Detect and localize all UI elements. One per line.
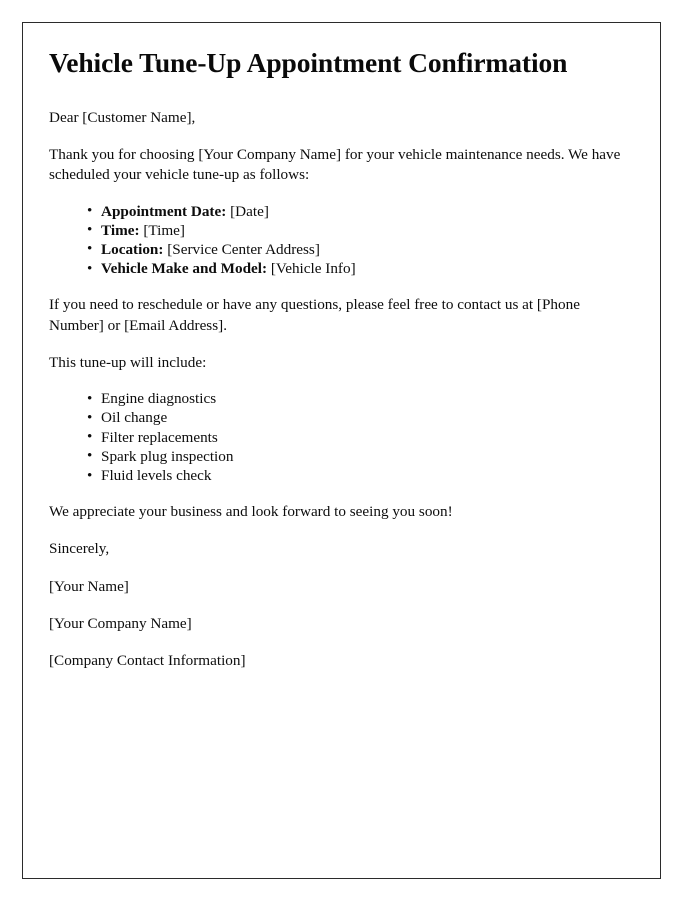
closing-text: Sincerely, <box>49 540 110 558</box>
services-list: Engine diagnostics Oil change Filter rep… <box>49 390 621 485</box>
detail-value: [Service Center Address] <box>167 240 320 258</box>
document-body: Vehicle Tune-Up Appointment Confirmation… <box>49 45 621 671</box>
detail-label: Location: <box>101 240 164 258</box>
list-item: Engine diagnostics <box>87 390 621 408</box>
list-item: Location: [Service Center Address] <box>87 240 621 259</box>
detail-label: Time: <box>101 221 140 239</box>
list-item: Time: [Time] <box>87 221 621 240</box>
list-item: Fluid levels check <box>87 467 621 485</box>
salutation-text: Dear [Customer Name], <box>49 108 196 126</box>
signature-company: [Your Company Name] <box>49 614 192 632</box>
list-item: Vehicle Make and Model: [Vehicle Info] <box>87 260 621 278</box>
list-item: Appointment Date: [Date] <box>87 202 621 221</box>
list-item: Filter replacements <box>87 428 621 447</box>
intro-paragraph: Thank you for choosing [Your Company Nam… <box>49 146 621 184</box>
detail-value: [Vehicle Info] <box>270 260 356 278</box>
signature-contact-info: [Company Contact Information] <box>49 652 246 670</box>
page-title: Vehicle Tune-Up Appointment Confirmation <box>49 47 568 78</box>
contact-paragraph: If you need to reschedule or have any qu… <box>49 296 580 334</box>
list-item: Oil change <box>87 409 621 427</box>
detail-label: Vehicle Make and Model: <box>101 260 268 278</box>
signature-name: [Your Name] <box>49 577 129 595</box>
appointment-details-list: Appointment Date: [Date] Time: [Time] Lo… <box>49 202 621 279</box>
appreciation-paragraph: We appreciate your business and look for… <box>49 503 453 521</box>
list-item: Spark plug inspection <box>87 447 621 466</box>
detail-value: [Time] <box>143 221 185 239</box>
detail-label: Appointment Date: <box>101 202 227 220</box>
detail-value: [Date] <box>230 202 269 220</box>
document-page: Vehicle Tune-Up Appointment Confirmation… <box>22 22 661 879</box>
services-intro-text: This tune-up will include: <box>49 353 207 371</box>
